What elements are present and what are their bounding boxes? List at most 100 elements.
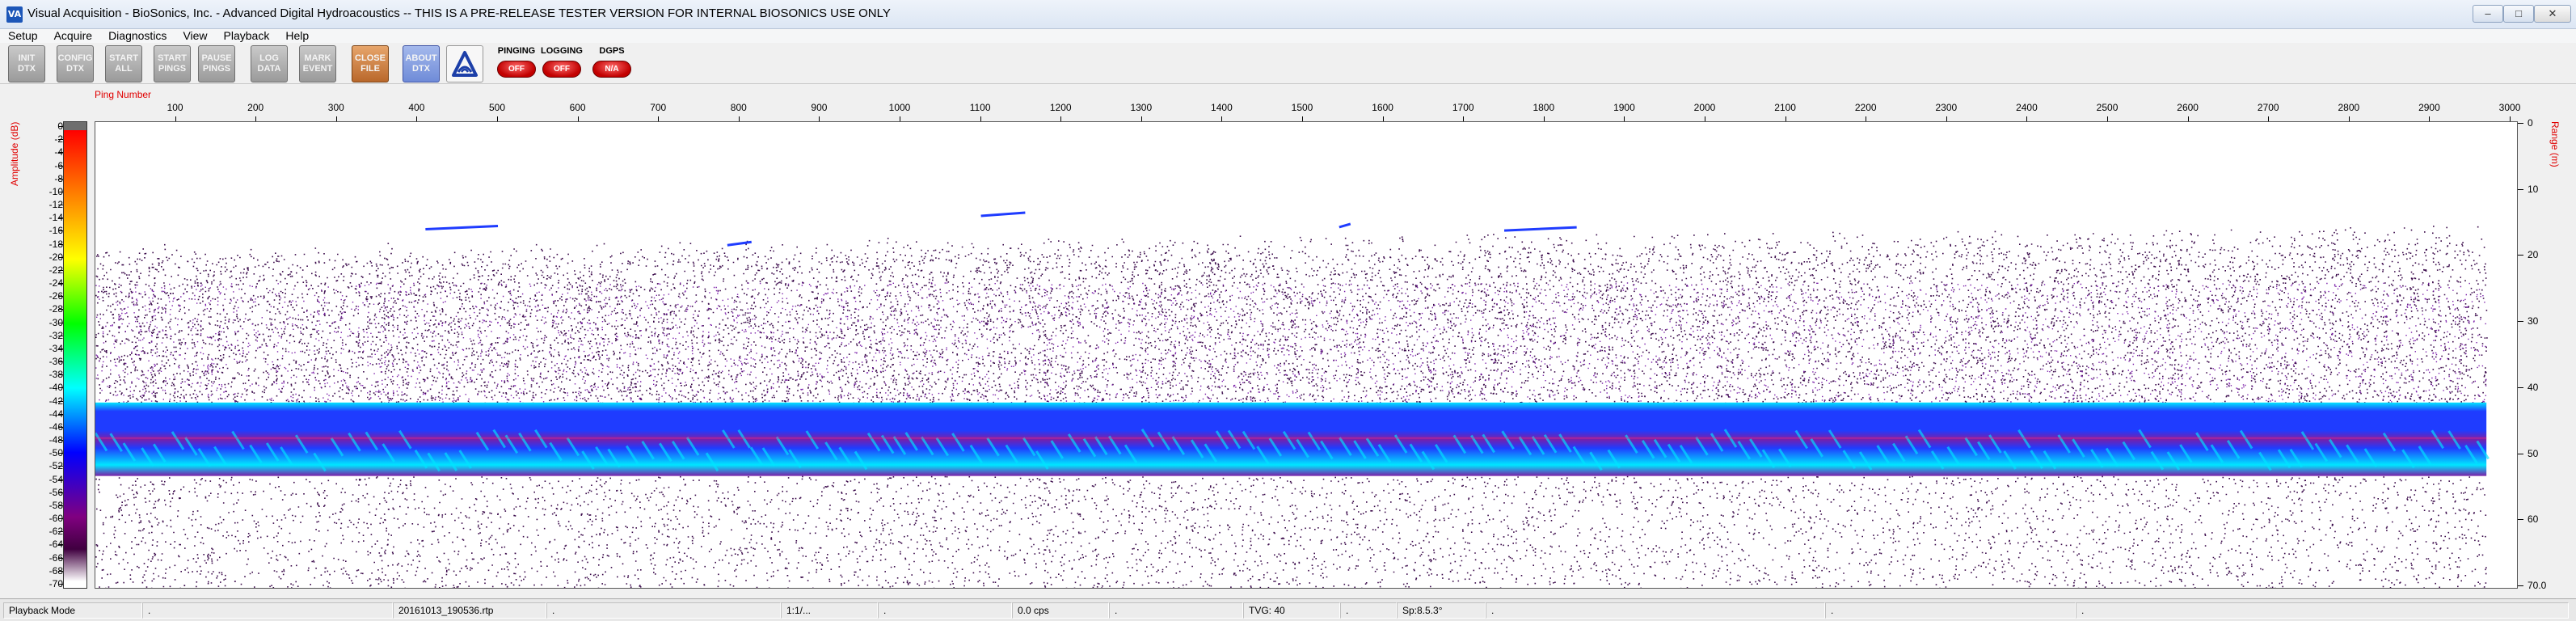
x-tick-label: 400 [408, 102, 425, 113]
minimize-button[interactable]: – [2473, 5, 2503, 23]
amplitude-axis-label: Amplitude (dB) [9, 121, 20, 186]
amplitude-colorbar [63, 121, 87, 589]
x-tick-label: 1300 [1130, 102, 1153, 113]
close-file-button[interactable]: CLOSE FILE [352, 45, 389, 82]
x-tick-label: 1200 [1049, 102, 1072, 113]
range-tick-label: 20 [2528, 249, 2539, 261]
fish-trace [425, 224, 499, 230]
fish-trace [980, 211, 1026, 218]
dgps-status: DGPS N/A [590, 45, 634, 82]
status-bar: Playback Mode . 20161013_190536.rtp . 1:… [0, 598, 2576, 621]
logging-status: LOGGING OFF [540, 45, 584, 82]
x-tick-label: 2200 [1854, 102, 1877, 113]
x-tick-label: 300 [327, 102, 344, 113]
x-tick-label: 1700 [1452, 102, 1474, 113]
x-tick-label: 1600 [1372, 102, 1393, 113]
x-tick-label: 2100 [1774, 102, 1796, 113]
start-pings-button[interactable]: START PINGS [154, 45, 191, 82]
status-sep-2: . [546, 602, 781, 619]
x-tick-label: 1000 [888, 102, 911, 113]
x-tick-label: 1100 [969, 102, 991, 113]
x-tick-label: 100 [167, 102, 183, 113]
window-title: Visual Acquisition - BioSonics, Inc. - A… [27, 6, 891, 20]
menu-setup[interactable]: Setup [8, 29, 38, 43]
maximize-button[interactable]: □ [2503, 5, 2534, 23]
mark-event-button[interactable]: MARK EVENT [299, 45, 336, 82]
status-sep-5: . [1340, 602, 1397, 619]
x-tick-label: 700 [650, 102, 667, 113]
x-tick-label: 200 [247, 102, 264, 113]
range-tick-mark [2518, 321, 2523, 323]
x-tick-label: 3000 [2498, 102, 2521, 113]
x-tick-label: 2300 [1935, 102, 1958, 113]
config-dtx-button[interactable]: CONFIG DTX [57, 45, 94, 82]
biosonics-logo-icon-graphic [452, 51, 478, 77]
range-axis: 0 10 20 30 40 50 60 70.0 [2518, 117, 2558, 591]
range-tick-mark [2518, 255, 2523, 256]
status-sep-6: . [1486, 602, 1825, 619]
range-tick-mark [2518, 519, 2523, 521]
range-axis-label: Range (m) [2549, 121, 2561, 167]
echogram-texture [95, 211, 2490, 588]
x-tick-label: 2800 [2338, 102, 2360, 113]
water-column-echo [95, 282, 2487, 404]
bottom-echo-peak [95, 437, 2487, 439]
range-tick-label: 0 [2528, 117, 2533, 129]
status-sep-1: . [142, 602, 393, 619]
title-bar: VA Visual Acquisition - BioSonics, Inc. … [0, 0, 2576, 29]
range-tick-label: 50 [2528, 447, 2539, 459]
menu-playback[interactable]: Playback [224, 29, 270, 43]
menu-help[interactable]: Help [285, 29, 309, 43]
logging-label: LOGGING [541, 46, 583, 56]
range-tick-mark [2518, 123, 2523, 124]
fish-trace [1503, 226, 1577, 232]
pinging-indicator[interactable]: OFF [497, 61, 536, 78]
status-sep-7: . [1825, 602, 2076, 619]
init-dtx-button[interactable]: INIT DTX [8, 45, 45, 82]
range-tick-label: 30 [2528, 315, 2539, 327]
menu-acquire[interactable]: Acquire [54, 29, 92, 43]
range-tick-label: 60 [2528, 513, 2539, 526]
status-ping-rate: 0.0 cps [1012, 602, 1109, 619]
x-tick-label: 1900 [1613, 102, 1635, 113]
x-tick-label: 2600 [2177, 102, 2199, 113]
x-tick-label: 800 [730, 102, 747, 113]
log-data-button[interactable]: LOG DATA [251, 45, 288, 82]
pinging-label: PINGING [497, 46, 536, 56]
x-tick-label: 2700 [2257, 102, 2279, 113]
x-tick-label: 1800 [1533, 102, 1555, 113]
x-tick-label: 500 [488, 102, 506, 113]
x-tick-label: 2500 [2096, 102, 2119, 113]
menu-diagnostics[interactable]: Diagnostics [108, 29, 167, 43]
fish-trace [1339, 222, 1351, 229]
pause-pings-button[interactable]: PAUSE PINGS [198, 45, 235, 82]
status-filename: 20161013_190536.rtp [393, 602, 546, 619]
range-tick-label: 40 [2528, 381, 2539, 393]
x-tick-label: 900 [811, 102, 828, 113]
range-tick-mark [2518, 387, 2523, 388]
status-ping-position: 1:1/... [781, 602, 878, 619]
range-tick-label: 10 [2528, 183, 2539, 195]
range-tick-mark [2518, 188, 2523, 190]
menu-view[interactable]: View [183, 29, 207, 43]
about-dtx-button[interactable]: ABOUT DTX [403, 45, 440, 82]
range-tick-label: 70.0 [2528, 580, 2547, 591]
close-window-button[interactable]: ✕ [2534, 5, 2571, 23]
status-speed: Sp:8.5.3° [1397, 602, 1486, 619]
dgps-indicator[interactable]: N/A [592, 61, 631, 78]
status-mode: Playback Mode [3, 602, 142, 619]
start-all-button[interactable]: START ALL [105, 45, 142, 82]
fish-trace [727, 240, 752, 247]
x-tick-label: 2400 [2016, 102, 2038, 113]
echogram-plot[interactable] [95, 121, 2518, 589]
x-tick-label: 1400 [1211, 102, 1233, 113]
sub-bottom-noise [95, 475, 2487, 588]
logging-indicator[interactable]: OFF [542, 61, 581, 78]
biosonics-logo-icon[interactable] [446, 45, 483, 82]
status-sep-4: . [1109, 602, 1243, 619]
dgps-label: DGPS [599, 46, 625, 56]
status-tvg: TVG: 40 [1243, 602, 1340, 619]
echogram-canvas [95, 211, 2490, 588]
pinging-status: PINGING OFF [495, 45, 538, 82]
x-tick-label: 2900 [2418, 102, 2440, 113]
